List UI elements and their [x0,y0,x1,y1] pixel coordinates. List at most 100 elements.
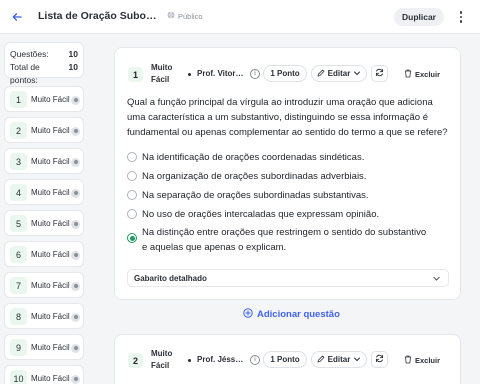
option-text: Na separação de orações subordinadas sub… [142,190,369,201]
chevron-down-icon [432,274,441,285]
answer-option-b[interactable]: Na organização de orações subordinadas a… [127,169,432,184]
edit-label: Editar [327,69,351,78]
points-selector[interactable]: 1 Ponto [263,351,307,368]
sidebar-question-2[interactable]: 2 Muito Fácil [4,117,84,143]
difficulty-dot-icon [71,312,80,322]
sidebar-question-difficulty: Muito Fácil [31,250,70,259]
answer-option-e[interactable]: Na distinção entre orações que restringe… [127,225,432,255]
globe-icon [167,11,175,21]
sidebar-question-difficulty: Muito Fácil [31,312,70,321]
total-points-label: Total de pontos: [10,62,40,85]
sidebar-question-difficulty: Muito Fácil [31,126,70,135]
question-author: Prof. Jéssica Lima [197,355,245,364]
question-author: Prof. Vitor Sousa [197,69,245,78]
question-difficulty: Muito Fácil [151,63,173,84]
sidebar-question-difficulty: Muito Fácil [31,188,70,197]
regenerate-button[interactable] [371,351,388,368]
sidebar-question-number: 1 [10,91,27,108]
answer-option-d[interactable]: No uso de orações intercaladas que expre… [127,207,432,222]
question-number-badge: 1 [128,67,143,82]
top-bar: Lista de Oração Subordinada Público Dupl… [0,0,480,34]
answer-option-c[interactable]: Na separação de orações subordinadas sub… [127,188,432,203]
radio-button[interactable] [127,171,137,181]
edit-dropdown[interactable]: Editar [311,351,367,368]
visibility-label: Público [178,11,203,21]
sidebar-question-7[interactable]: 7 Muito Fácil [4,272,84,298]
sidebar-question-number: 9 [10,339,27,356]
summary-panel: Questões: 10 Total de pontos: 10 [4,42,84,85]
back-arrow-icon[interactable] [10,10,24,24]
sidebar-question-difficulty: Muito Fácil [31,281,70,290]
pencil-icon [317,355,325,365]
add-question-label: Adicionar questão [257,309,340,320]
total-points-value: 10 [68,62,78,72]
option-text: Na identificação de orações coordenadas … [142,152,365,163]
sidebar-question-difficulty: Muito Fácil [31,374,70,383]
edit-label: Editar [327,355,351,364]
question-card-1: 1 Muito Fácil Prof. Vitor Sousa i 1 Pont… [114,47,461,300]
radio-button[interactable] [127,209,137,219]
difficulty-dot-icon [71,126,80,136]
sidebar-question-difficulty: Muito Fácil [31,95,70,104]
question-card-2: 2 Muito Fácil Prof. Jéssica Lima i 1 Pon… [114,334,461,384]
refresh-icon [375,68,384,79]
sidebar-question-number: 2 [10,122,27,139]
chevron-down-icon [353,355,361,365]
sidebar-question-1[interactable]: 1 Muito Fácil [4,86,84,112]
difficulty-dot-icon [71,219,80,229]
sidebar-question-difficulty: Muito Fácil [31,219,70,228]
detailed-answer-label: Gabarito detalhado [134,273,207,283]
difficulty-dot-icon [71,374,80,384]
sidebar-question-4[interactable]: 4 Muito Fácil [4,179,84,205]
sidebar-question-6[interactable]: 6 Muito Fácil [4,241,84,267]
sidebar-question-5[interactable]: 5 Muito Fácil [4,210,84,236]
sidebar-question-3[interactable]: 3 Muito Fácil [4,148,84,174]
page-title: Lista de Oração Subordinada [38,10,160,22]
trash-icon [404,355,412,366]
sidebar-question-number: 10 [10,370,27,384]
add-question-button[interactable]: Adicionar questão [243,308,340,321]
answer-option-a[interactable]: Na identificação de orações coordenadas … [127,150,432,165]
difficulty-dot-icon [71,188,80,198]
points-selector[interactable]: 1 Ponto [263,65,307,82]
option-text: Na organização de orações subordinadas a… [142,171,367,182]
difficulty-dot-icon [71,95,80,105]
visibility-indicator: Público [167,11,203,21]
pencil-icon [317,69,325,79]
sidebar-question-number: 6 [10,246,27,263]
questions-count-label: Questões: [10,49,49,59]
sidebar-question-8[interactable]: 8 Muito Fácil [4,303,84,329]
separator-dot [188,73,191,76]
detailed-answer-accordion[interactable]: Gabarito detalhado [127,269,449,287]
radio-button[interactable] [127,190,137,200]
trash-icon [404,69,412,80]
sidebar-question-difficulty: Muito Fácil [31,157,70,166]
duplicate-button[interactable]: Duplicar [394,8,444,26]
regenerate-button[interactable] [371,65,388,82]
radio-button[interactable] [127,152,137,162]
refresh-icon [375,354,384,365]
info-icon[interactable]: i [250,355,260,365]
more-options-icon[interactable] [456,9,466,25]
delete-button[interactable]: Excluir [404,355,440,366]
delete-label: Excluir [415,356,441,365]
sidebar-question-number: 8 [10,308,27,325]
radio-button-selected[interactable] [127,233,137,243]
info-icon[interactable]: i [250,69,260,79]
separator-dot [188,359,191,362]
question-text: Qual a função principal da vírgula ao in… [127,97,448,138]
difficulty-dot-icon [71,250,80,260]
sidebar-question-number: 3 [10,153,27,170]
sidebar-question-10[interactable]: 10 Muito Fácil [4,365,84,384]
plus-circle-icon [243,308,253,321]
sidebar-question-number: 4 [10,184,27,201]
difficulty-dot-icon [71,157,80,167]
chevron-down-icon [353,69,361,79]
questions-count-value: 10 [68,49,78,59]
delete-button[interactable]: Excluir [404,69,440,80]
sidebar-question-9[interactable]: 9 Muito Fácil [4,334,84,360]
question-number-badge: 2 [128,353,143,368]
sidebar-question-number: 5 [10,215,27,232]
sidebar-question-number: 7 [10,277,27,294]
edit-dropdown[interactable]: Editar [311,65,367,82]
